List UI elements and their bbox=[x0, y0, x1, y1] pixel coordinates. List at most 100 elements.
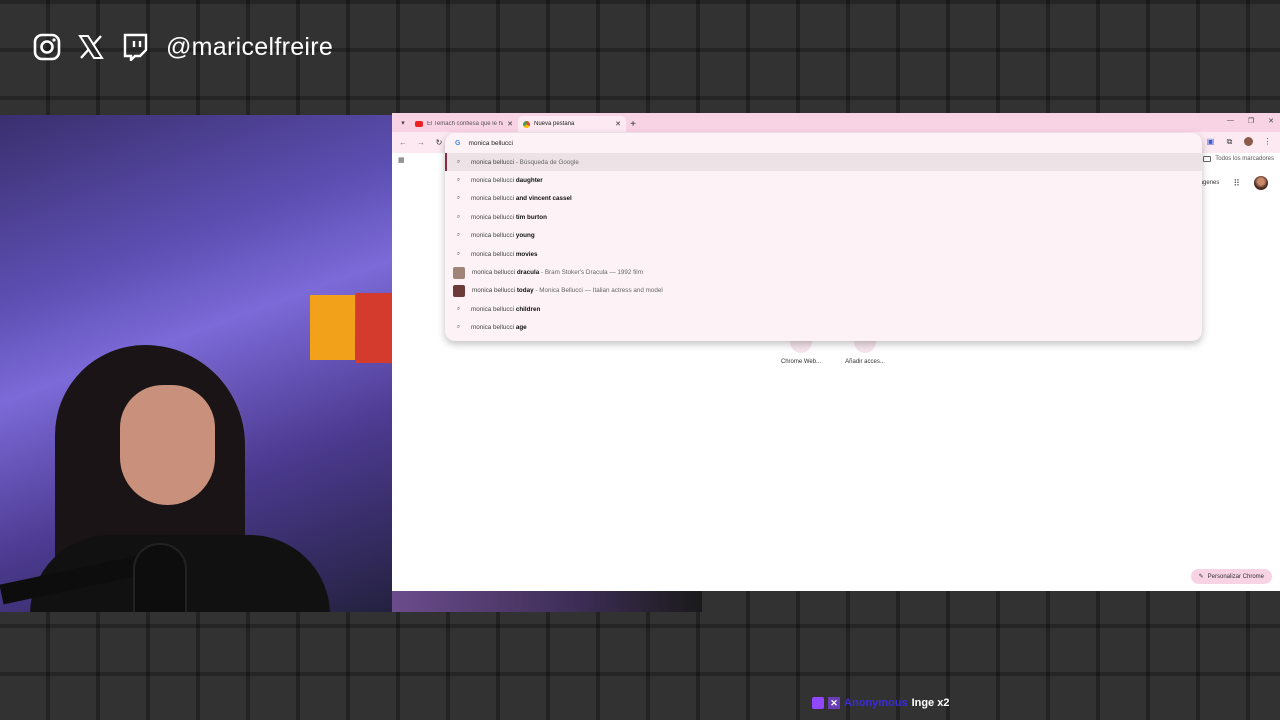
search-icon: ⌕ bbox=[456, 305, 461, 312]
window-controls: — ❐ ✕ bbox=[1227, 117, 1274, 125]
social-handle: @maricelfreire bbox=[166, 32, 334, 61]
suggestion-text: monica bellucci today - Monica Bellucci … bbox=[472, 287, 663, 294]
twitch-icon bbox=[812, 697, 824, 709]
back-icon[interactable]: ← bbox=[398, 138, 408, 147]
suggestion-query: monica bellucci bbox=[471, 158, 515, 166]
omnibox-input[interactable]: G monica bellucci bbox=[445, 133, 1202, 153]
suggestion-thumbnail bbox=[453, 284, 465, 297]
suggestion-thumbnail bbox=[453, 266, 465, 279]
suggestion-row[interactable]: ⌕ monica bellucci and vincent cassel bbox=[445, 190, 1202, 208]
streamer-face bbox=[120, 385, 215, 505]
restore-icon[interactable]: ❐ bbox=[1248, 117, 1254, 125]
tab-title: El Temach confiesa que le han... bbox=[427, 121, 503, 127]
suggestion-query: monica bellucci bbox=[471, 250, 516, 258]
suggestion-row[interactable]: ⌕ monica bellucci young bbox=[445, 227, 1202, 245]
toolbar-actions: ▣ ⧉ ⋮ bbox=[1206, 137, 1272, 146]
suggestion-completion: young bbox=[515, 232, 535, 240]
tab-title: Nueva pestaña bbox=[534, 121, 575, 127]
suggestion-row[interactable]: monica bellucci dracula - Bram Stoker's … bbox=[445, 263, 1202, 281]
close-window-icon[interactable]: ✕ bbox=[1268, 117, 1274, 125]
search-icon: ⌕ bbox=[456, 213, 461, 220]
search-icon: ⌕ bbox=[456, 324, 461, 331]
suggestion-completion: and vincent cassel bbox=[515, 195, 572, 203]
search-icon: ⌕ bbox=[456, 250, 461, 257]
social-header: @maricelfreire bbox=[32, 30, 333, 64]
suggestion-detail: - Búsqueda de Google bbox=[514, 158, 579, 166]
tab-bar: ▾ El Temach confiesa que le han... ✕ Nue… bbox=[392, 113, 1280, 132]
google-icon: G bbox=[455, 139, 461, 147]
browser-window: ▾ El Temach confiesa que le han... ✕ Nue… bbox=[392, 113, 1280, 591]
search-icon: ⌕ bbox=[456, 177, 461, 184]
chrome-icon bbox=[523, 120, 530, 128]
search-icon: ⌕ bbox=[456, 195, 461, 202]
customize-chrome-button[interactable]: ✎ Personalizar Chrome bbox=[1190, 569, 1272, 584]
suggestion-text: monica bellucci and vincent cassel bbox=[471, 195, 572, 202]
search-icon: ⌕ bbox=[456, 232, 461, 239]
suggestion-query: monica bellucci bbox=[471, 195, 516, 203]
webcam-overflow bbox=[392, 590, 702, 612]
suggestion-query: monica bellucci bbox=[472, 287, 517, 295]
reload-icon[interactable]: ↻ bbox=[434, 138, 444, 147]
alert-text: Inge x2 bbox=[911, 697, 950, 709]
suggestion-query: monica bellucci bbox=[471, 324, 516, 332]
google-header-links: Imágenes ⠿ bbox=[1193, 176, 1268, 190]
suggestion-row[interactable]: ⌕ monica bellucci movies bbox=[445, 245, 1202, 263]
suggestion-completion: today bbox=[516, 287, 534, 295]
suggestion-query: monica bellucci bbox=[471, 232, 516, 240]
menu-icon[interactable]: ⋮ bbox=[1263, 137, 1272, 146]
minimize-icon[interactable]: — bbox=[1227, 117, 1234, 125]
suggestion-row[interactable]: ⌕ monica bellucci age bbox=[445, 319, 1202, 337]
suggestion-query: monica bellucci bbox=[472, 269, 517, 277]
suggestion-text: monica bellucci tim burton bbox=[471, 214, 547, 221]
apps-grid-icon[interactable]: ▦ bbox=[398, 156, 405, 164]
all-bookmarks[interactable]: Todos los marcadores bbox=[1203, 156, 1274, 162]
suggestion-text: monica bellucci young bbox=[471, 232, 535, 239]
suggestion-row[interactable]: ⌕ monica bellucci children bbox=[445, 300, 1202, 318]
stream-alert: ✕ Anonymous Inge x2 bbox=[812, 697, 949, 709]
suggestion-text: monica bellucci dracula - Bram Stoker's … bbox=[472, 269, 643, 276]
suggestion-row[interactable]: ⌕ monica bellucci daughter bbox=[445, 171, 1202, 189]
pencil-icon: ✎ bbox=[1198, 574, 1204, 580]
tab-search-icon[interactable]: ▾ bbox=[396, 113, 410, 132]
extensions-icon[interactable]: ⧉ bbox=[1225, 137, 1234, 146]
suggestion-text: monica bellucci - Búsqueda de Google bbox=[471, 159, 579, 166]
suggestion-detail: - Monica Bellucci — Italian actress and … bbox=[533, 287, 663, 295]
microphone bbox=[135, 545, 185, 612]
suggestion-completion: children bbox=[515, 305, 541, 313]
suggestion-row[interactable]: ⌕ monica bellucci tim burton bbox=[445, 208, 1202, 226]
suggestion-query: monica bellucci bbox=[471, 177, 516, 185]
customize-label: Personalizar Chrome bbox=[1207, 573, 1264, 580]
youtube-icon bbox=[415, 121, 423, 127]
suggestion-row[interactable]: ⌕ monica bellucci - Búsqueda de Google bbox=[445, 153, 1202, 172]
omnibox-value[interactable]: monica bellucci bbox=[468, 140, 512, 147]
folder-icon bbox=[1203, 156, 1212, 162]
suggestion-completion: age bbox=[515, 324, 527, 332]
wall-poster bbox=[356, 293, 392, 363]
search-icon: ⌕ bbox=[456, 158, 461, 165]
google-apps-icon[interactable]: ⠿ bbox=[1233, 178, 1240, 189]
suggestion-row[interactable]: monica bellucci today - Monica Bellucci … bbox=[445, 282, 1202, 300]
close-icon[interactable]: ✕ bbox=[507, 120, 513, 128]
account-avatar[interactable] bbox=[1254, 176, 1268, 190]
reading-list-icon[interactable]: ▣ bbox=[1206, 137, 1215, 146]
suggestion-text: monica bellucci children bbox=[471, 306, 540, 313]
close-icon[interactable]: ✕ bbox=[615, 120, 621, 128]
suggestion-completion: movies bbox=[515, 250, 538, 258]
tab-new-tab[interactable]: Nueva pestaña ✕ bbox=[518, 116, 626, 132]
suggestion-completion: dracula bbox=[516, 269, 540, 277]
wall-poster bbox=[310, 295, 355, 360]
suggestion-completion: tim burton bbox=[515, 213, 547, 221]
new-tab-button[interactable]: + bbox=[626, 116, 640, 132]
suggestion-detail: - Bram Stoker's Dracula — 1992 film bbox=[539, 269, 643, 277]
twitch-icon bbox=[120, 32, 150, 62]
all-bookmarks-label: Todos los marcadores bbox=[1215, 156, 1274, 162]
suggestion-query: monica bellucci bbox=[471, 305, 516, 313]
profile-avatar[interactable] bbox=[1244, 137, 1253, 146]
tab-youtube[interactable]: El Temach confiesa que le han... ✕ bbox=[410, 116, 518, 132]
suggestion-text: monica bellucci daughter bbox=[471, 177, 543, 184]
forward-icon[interactable]: → bbox=[416, 138, 426, 147]
omnibox-dropdown: G monica bellucci ⌕ monica bellucci - Bús… bbox=[445, 133, 1202, 341]
instagram-icon bbox=[32, 32, 62, 62]
suggestion-completion: daughter bbox=[515, 177, 543, 185]
suggestion-text: monica bellucci age bbox=[471, 324, 527, 331]
